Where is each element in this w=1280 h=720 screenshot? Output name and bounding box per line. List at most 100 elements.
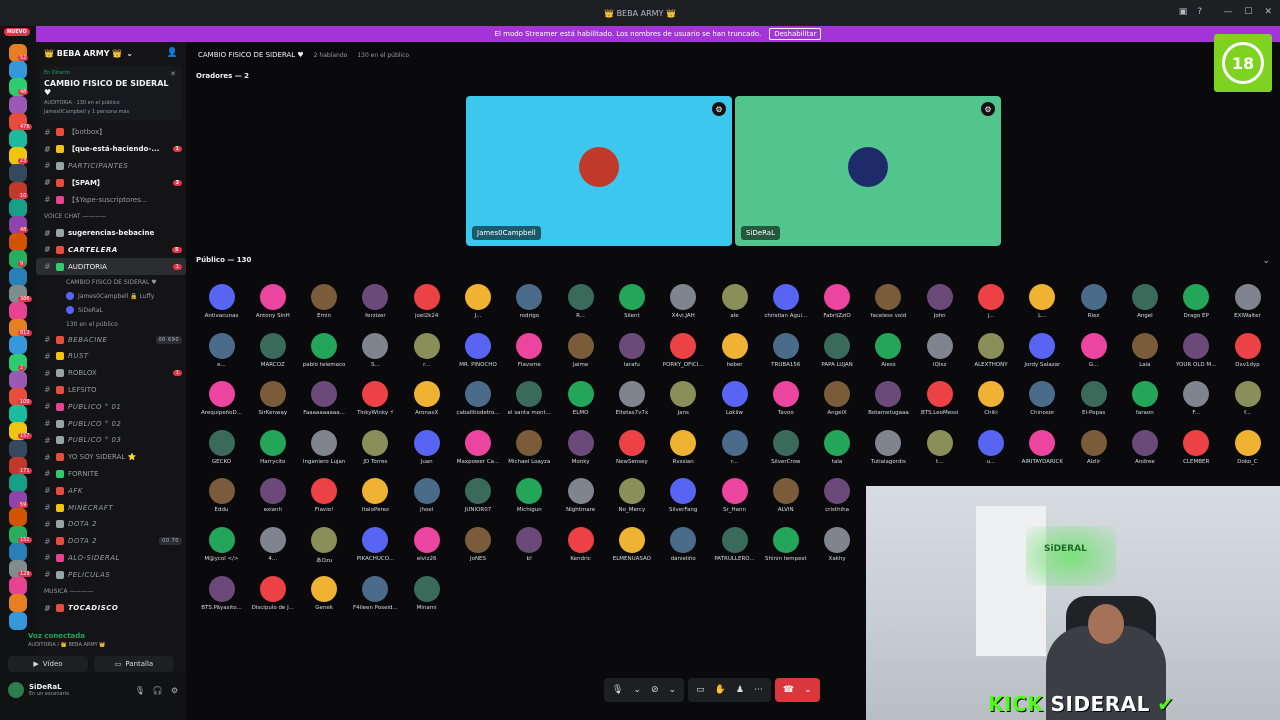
- audience-member[interactable]: iQixz: [914, 332, 965, 379]
- channel-item[interactable]: # sugerencias-bebacine: [36, 225, 186, 242]
- server-icon[interactable]: [9, 370, 27, 389]
- audience-member[interactable]: FabriiZziO: [812, 284, 863, 330]
- audience-member[interactable]: Eddu: [196, 478, 247, 524]
- server-icon[interactable]: [9, 164, 27, 183]
- audience-member[interactable]: Antivacunas: [196, 284, 247, 330]
- audience-member[interactable]: rodrigo: [504, 284, 555, 330]
- audience-member[interactable]: Michigun: [504, 478, 555, 524]
- audience-member[interactable]: CLEMBER: [1171, 429, 1222, 476]
- moderator-icon[interactable]: ♟: [736, 685, 744, 695]
- audience-member[interactable]: elviz26: [401, 527, 452, 573]
- audience-member[interactable]: Ingeniero Lujan: [299, 429, 350, 476]
- server-icon[interactable]: [9, 577, 27, 596]
- inbox-icon[interactable]: ▣: [1179, 7, 1188, 17]
- audience-member[interactable]: Rvssian: [658, 429, 709, 476]
- more-icon[interactable]: ⋯: [754, 685, 763, 695]
- audience-member[interactable]: faraon: [1119, 381, 1170, 427]
- close-button[interactable]: ✕: [1264, 7, 1272, 17]
- audience-member[interactable]: ALVIN: [760, 478, 811, 524]
- channel-item[interactable]: # FORNITE: [36, 466, 186, 483]
- audience-member[interactable]: S...: [350, 332, 401, 379]
- channel-item[interactable]: # ROBLOX 1: [36, 365, 186, 382]
- audience-member[interactable]: Angel: [1119, 284, 1170, 330]
- gear-icon[interactable]: ⚙: [171, 686, 178, 695]
- audience-member[interactable]: larafu: [606, 332, 657, 379]
- audience-member[interactable]: G...: [1068, 332, 1119, 379]
- audience-member[interactable]: Emin: [299, 284, 350, 330]
- server-icon[interactable]: [9, 474, 27, 492]
- audience-member[interactable]: PATRULLERO...: [709, 527, 760, 573]
- audience-member[interactable]: TinkyWinky ⚡: [350, 381, 401, 427]
- audience-member[interactable]: PORKY_OFICI...: [658, 332, 709, 379]
- screen-share-button[interactable]: ▭ Pantalla: [94, 656, 174, 672]
- headphones-icon[interactable]: 🎧: [153, 686, 163, 695]
- audience-member[interactable]: X4vi.JAH: [658, 284, 709, 330]
- audience-member[interactable]: ArequipeñoD...: [196, 381, 247, 427]
- audience-member[interactable]: Botametugaaa: [863, 381, 914, 427]
- channel-item[interactable]: # YO SOY SIDERAL ⭐: [36, 449, 186, 466]
- speaker-tile[interactable]: SiDeRaL ⚙: [735, 96, 1001, 246]
- audience-member[interactable]: Kendric: [555, 527, 606, 573]
- audience-member[interactable]: PAPA LUJAN: [812, 332, 863, 379]
- channel-item[interactable]: # PELICULAS: [36, 566, 186, 583]
- activity-controls[interactable]: ▭ ✋ ♟ ⋯: [688, 678, 771, 702]
- microphone-icon[interactable]: 🎙: [135, 686, 145, 695]
- channel-category[interactable]: MUSICA ————: [36, 583, 186, 600]
- video-button[interactable]: ▶ Vídeo: [8, 656, 88, 672]
- audience-member[interactable]: Faaaaaaaaaa...: [299, 381, 350, 427]
- chevron-down-icon[interactable]: ⌄: [633, 685, 641, 695]
- server-icon[interactable]: [9, 542, 27, 561]
- server-icon[interactable]: [9, 508, 27, 527]
- server-icon[interactable]: [9, 233, 27, 252]
- audience-member[interactable]: Chiki: [966, 381, 1017, 427]
- audience-member[interactable]: Harrycito: [247, 429, 298, 476]
- audience-member[interactable]: GECKO: [196, 429, 247, 476]
- audience-member[interactable]: El-Pepas: [1068, 381, 1119, 427]
- audience-member[interactable]: ELMENUASAO: [606, 527, 657, 573]
- audience-member[interactable]: Discípulo de J...: [247, 575, 298, 622]
- audience-member[interactable]: JUNIOR07: [453, 478, 504, 524]
- audience-member[interactable]: r...: [709, 429, 760, 476]
- settings-icon[interactable]: ⚙: [712, 102, 726, 116]
- audience-member[interactable]: R...: [555, 284, 606, 330]
- audience-member[interactable]: Genek: [299, 575, 350, 622]
- audience-member[interactable]: SilverCrow: [760, 429, 811, 476]
- settings-icon[interactable]: ⚙: [981, 102, 995, 116]
- screen-share-icon[interactable]: ▭: [696, 685, 705, 695]
- help-icon[interactable]: ?: [1197, 7, 1202, 17]
- server-icon[interactable]: [9, 302, 27, 320]
- speaker-tile[interactable]: James0Campbell ⚙: [466, 96, 732, 246]
- audience-member[interactable]: Xakhy: [812, 527, 863, 573]
- audience-member[interactable]: MR. PINOCHO: [453, 332, 504, 379]
- audience-member[interactable]: Jordy Salazar: [1017, 332, 1068, 379]
- audience-member[interactable]: f...: [1222, 381, 1273, 427]
- microphone-icon[interactable]: 🎙: [612, 685, 623, 695]
- server-icon[interactable]: [9, 405, 27, 424]
- audience-member[interactable]: ale: [709, 284, 760, 330]
- channel-item[interactable]: # AUDITORIA 1: [36, 258, 186, 276]
- audience-member[interactable]: John: [914, 284, 965, 330]
- server-icon[interactable]: [9, 95, 27, 114]
- server-icon[interactable]: [9, 611, 27, 630]
- audience-member[interactable]: danieliño: [658, 527, 709, 573]
- audience-member[interactable]: Flavio!: [299, 478, 350, 524]
- channel-item[interactable]: # 【botbox】: [36, 124, 186, 141]
- minimize-button[interactable]: —: [1223, 7, 1232, 17]
- audience-member[interactable]: Alzlir: [1068, 429, 1119, 476]
- audience-member[interactable]: Juan: [401, 429, 452, 476]
- user-panel[interactable]: SiDeRaL En un escenario 🎙 🎧 ⚙: [8, 682, 178, 698]
- channel-item[interactable]: # BEBACINE 00 690: [36, 331, 186, 348]
- audience-member[interactable]: F...: [1171, 381, 1222, 427]
- audience-member[interactable]: Laia: [1119, 332, 1170, 379]
- avatar[interactable]: [8, 682, 24, 698]
- audience-member[interactable]: BTS.LeoMessi: [914, 381, 965, 427]
- audience-member[interactable]: M@ycol </>: [196, 527, 247, 573]
- leave-stage-button[interactable]: ☎ ⌄: [774, 678, 820, 702]
- server-icon[interactable]: [9, 594, 27, 613]
- channel-category[interactable]: VOICE CHAT ————: [36, 208, 186, 225]
- audience-member[interactable]: Chinosor: [1017, 381, 1068, 427]
- audience-member[interactable]: TRUBA156: [760, 332, 811, 379]
- chevron-down-icon[interactable]: ⌄: [669, 685, 677, 695]
- audience-member[interactable]: あOzu: [299, 527, 350, 573]
- audience-member[interactable]: ferzizer: [350, 284, 401, 330]
